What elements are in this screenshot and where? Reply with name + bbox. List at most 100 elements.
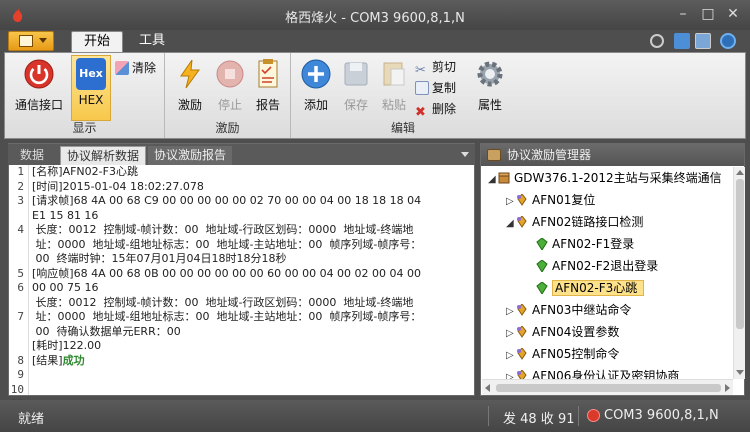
group-label-edit: 编辑 (390, 121, 415, 135)
line-number (9, 209, 24, 224)
status-separator (488, 406, 489, 426)
tree-node-label: AFN02链路接口检测 (532, 215, 644, 229)
clear-button[interactable]: 清除 (115, 59, 156, 78)
code-line: 址：0000 地址域-组地址标志：00 地址域-主站地址：00 帧序列域-帧序号… (32, 310, 422, 323)
power-icon (24, 59, 54, 89)
ribbon-tab-row: 开始 工具 (0, 30, 750, 52)
expand-arrow-icon[interactable]: ▷ (506, 323, 516, 345)
line-number (9, 238, 24, 253)
cut-button[interactable]: ✂ 剪切 (415, 58, 456, 78)
maximize-button[interactable]: □ (697, 4, 719, 24)
help-up-icon[interactable] (650, 34, 664, 48)
tab-list-dropdown-icon[interactable] (461, 152, 469, 157)
scissors-icon: ✂ (415, 63, 426, 78)
expand-arrow-icon[interactable]: ▷ (506, 191, 516, 213)
green-gem-icon (536, 237, 552, 251)
tree-node[interactable]: ▷ AFN04设置参数 (506, 321, 619, 343)
scroll-down-icon[interactable] (736, 370, 744, 375)
delete-x-icon: ✖ (415, 105, 426, 120)
port-power-icon (587, 409, 600, 422)
line-number (9, 339, 24, 354)
help-icon[interactable] (720, 33, 736, 49)
vertical-scrollbar[interactable] (733, 167, 745, 379)
line-number: 3 (17, 194, 24, 207)
tree-node-label: AFN02-F1登录 (552, 237, 635, 251)
stimulus-group: 激励 停止 报告 激励 (165, 53, 291, 138)
app-window: 格西烽火 - COM3 9600,8,1,N – □ ✕ 开始 工具 通信接口 … (0, 0, 750, 432)
group-label-display: 显示 (72, 121, 97, 135)
eraser-icon (115, 61, 129, 75)
edit-group: 添加 保存 粘贴 ✂ 剪切 复制 ✖ 删除 属性 编辑 (291, 53, 515, 138)
tree-node[interactable]: AFN02-F3心跳 (526, 277, 645, 299)
status-bar: 就绪 发 48 收 91 COM3 9600,8,1,N (0, 400, 750, 432)
diamond-icon (516, 369, 532, 379)
tab-protocol-parse-data[interactable]: 协议解析数据 (60, 146, 147, 165)
line-number: 6 (17, 281, 24, 294)
collapse-arrow-icon[interactable]: ◢ (488, 169, 498, 191)
box-icon (498, 171, 514, 185)
line-number: 8 (17, 353, 24, 367)
expand-arrow-icon[interactable]: ▷ (506, 301, 516, 323)
close-button[interactable]: ✕ (722, 4, 744, 24)
expand-arrow-icon[interactable]: ▷ (506, 367, 516, 379)
vertical-scroll-thumb[interactable] (736, 179, 744, 329)
tab-start[interactable]: 开始 (71, 31, 124, 52)
minimize-button[interactable]: – (672, 4, 694, 24)
line-number: 1 (17, 165, 24, 178)
copy-icon (415, 81, 429, 95)
code-line: [请求帧]68 4A 00 68 C9 00 00 00 00 00 02 70… (32, 194, 422, 207)
line-number: 5 (17, 266, 24, 280)
parse-output-editor[interactable]: 123 4 56 7 891011 [名称]AFN02-F3心跳[时间]2015… (9, 165, 474, 410)
ribbon: 通信接口 Hex HEX 清除 显示 激励 停止 报告 激励 添加 保存 粘贴 … (4, 52, 746, 139)
tree-node[interactable]: AFN02-F2退出登录 (526, 255, 658, 277)
scroll-left-icon[interactable] (485, 384, 490, 392)
tree-node[interactable]: ▷ AFN03中继站命令 (506, 299, 631, 321)
line-number: 10 (10, 382, 24, 396)
code-line: [时间]2015-01-04 18:02:27.078 (32, 179, 204, 193)
tree-node[interactable]: ▷ AFN06身份认证及密钥协商 (506, 365, 679, 379)
diamond-icon (516, 325, 532, 339)
shirt-icon[interactable] (674, 33, 690, 49)
scroll-up-icon[interactable] (736, 170, 744, 175)
copy-button[interactable]: 复制 (415, 79, 456, 98)
chevron-down-icon (39, 38, 47, 43)
tree-node-label: AFN02-F2退出登录 (552, 259, 659, 273)
hex-toggle-button[interactable]: Hex HEX (71, 55, 111, 121)
horizontal-scrollbar[interactable] (482, 379, 733, 395)
tree-node[interactable]: AFN02-F1登录 (526, 233, 634, 255)
expand-arrow-icon[interactable]: ▷ (506, 345, 516, 367)
plus-icon (301, 59, 331, 89)
application-menu-button[interactable] (8, 31, 54, 51)
line-number (9, 252, 24, 267)
collapse-arrow-icon[interactable]: ◢ (506, 213, 516, 235)
paste-button[interactable]: 粘贴 (371, 56, 417, 114)
tree-node[interactable]: ◢ GDW376.1-2012主站与采集终端通信 (488, 167, 722, 189)
delete-button[interactable]: ✖ 删除 (415, 100, 456, 120)
code-line: E1 15 81 16 (32, 208, 99, 222)
tab-tools[interactable]: 工具 (127, 31, 177, 52)
tree-node[interactable]: ◢ AFN02链路接口检测 (506, 211, 643, 233)
protocol-tree[interactable]: ◢ GDW376.1-2012主站与采集终端通信 ▷ AFN01复位 ◢ AFN02链路接… (482, 167, 732, 379)
tab-data[interactable]: 数据 (14, 146, 50, 165)
code-line: [名称]AFN02-F3心跳 (32, 165, 138, 178)
gear-icon (477, 61, 503, 87)
scroll-right-icon[interactable] (725, 384, 730, 392)
diamond-icon (516, 347, 532, 361)
properties-button[interactable]: 属性 (467, 56, 513, 114)
comm-interface-button[interactable]: 通信接口 (9, 56, 69, 114)
tree-node[interactable]: ▷ AFN05控制命令 (506, 343, 619, 365)
tab-stimulus-report[interactable]: 协议激励报告 (148, 146, 233, 165)
diamond-icon (516, 193, 532, 207)
tree-node[interactable]: ▷ AFN01复位 (506, 189, 595, 211)
report-button[interactable]: 报告 (245, 56, 291, 114)
mail-icon[interactable] (695, 33, 711, 49)
paste-icon (383, 62, 405, 86)
code-line: [耗时]122.00 (32, 339, 102, 352)
line-number (9, 296, 24, 311)
tree-node-label: AFN04设置参数 (532, 325, 620, 339)
horizontal-scroll-thumb[interactable] (496, 384, 721, 392)
line-number (9, 325, 24, 340)
